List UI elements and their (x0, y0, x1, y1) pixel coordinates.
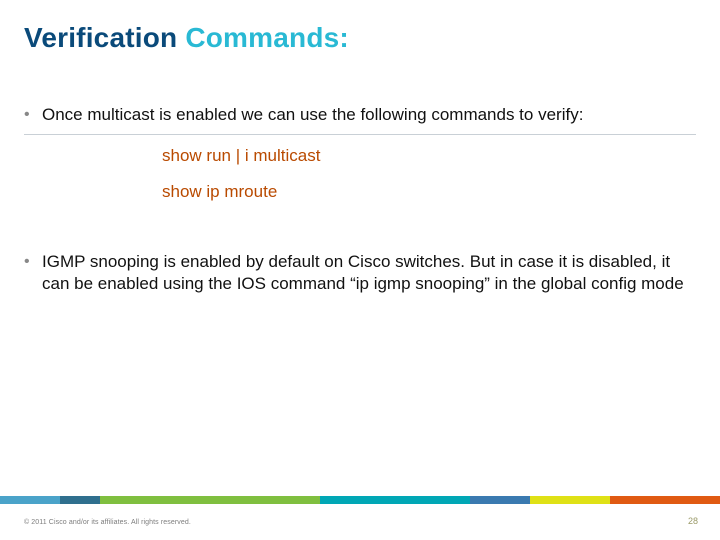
page-number: 28 (688, 516, 698, 526)
bullet-item: • IGMP snooping is enabled by default on… (24, 251, 696, 295)
command-line: show ip mroute (162, 181, 696, 203)
page-title: Verification Commands: (24, 22, 349, 54)
command-block: show run | i multicast show ip mroute (162, 145, 696, 203)
footer-bar-segment (0, 496, 60, 504)
title-word-2: Commands: (185, 22, 349, 53)
footer-bar-segment (470, 496, 530, 504)
footer-bar-segment (530, 496, 610, 504)
slide-body: • Once multicast is enabled we can use t… (24, 104, 696, 301)
footer-bar-segment (320, 496, 470, 504)
spacer (24, 217, 696, 251)
copyright-text: © 2011 Cisco and/or its affiliates. All … (24, 519, 191, 526)
footer-bar-segment (610, 496, 720, 504)
divider (24, 134, 696, 135)
command-line: show run | i multicast (162, 145, 696, 167)
footer-bar-segment (60, 496, 100, 504)
bullet-text: IGMP snooping is enabled by default on C… (42, 251, 696, 295)
footer-bar-segment (100, 496, 320, 504)
bullet-dot-icon: • (24, 104, 42, 126)
bullet-item: • Once multicast is enabled we can use t… (24, 104, 696, 126)
footer-color-bar (0, 496, 720, 504)
bullet-text: Once multicast is enabled we can use the… (42, 104, 583, 126)
slide: Verification Commands: • Once multicast … (0, 0, 720, 540)
bullet-dot-icon: • (24, 251, 42, 273)
title-word-1: Verification (24, 22, 177, 53)
